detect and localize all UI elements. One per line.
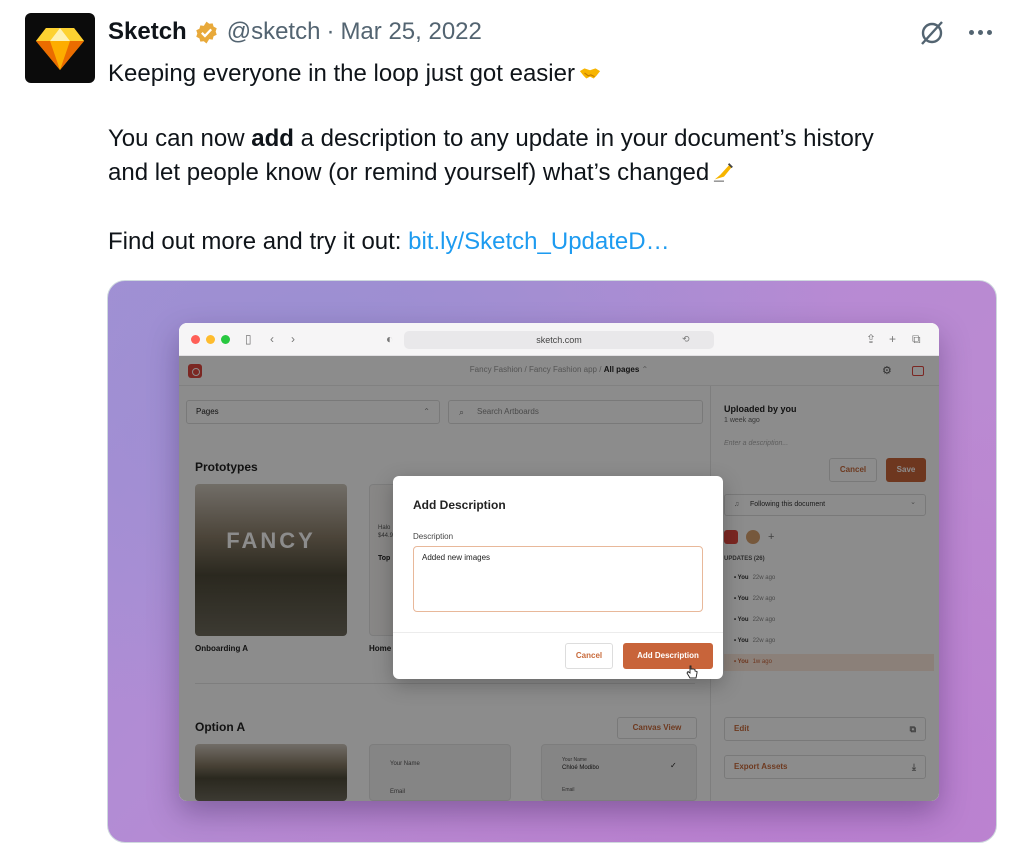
author-avatar[interactable]	[25, 13, 95, 83]
sidebar-toggle-icon[interactable]: ▯	[245, 332, 252, 346]
tweet-line-1: Keeping everyone in the loop just got ea…	[108, 57, 601, 91]
author-handle[interactable]: @sketch	[227, 18, 321, 46]
tweet-text-2c: a description to any update in your docu…	[293, 125, 874, 152]
minimize-dot-icon[interactable]	[206, 335, 215, 344]
tweet-link[interactable]: bit.ly/Sketch_UpdateD…	[408, 228, 669, 255]
pointer-hand-icon	[686, 665, 698, 679]
share-icon[interactable]: ⇪	[866, 332, 876, 346]
tweet-date[interactable]: Mar 25, 2022	[340, 18, 481, 46]
tweet-line-4: Find out more and try it out: bit.ly/Ske…	[108, 225, 670, 259]
back-icon[interactable]: ‹	[270, 332, 274, 346]
description-label: Description	[413, 532, 454, 541]
maximize-dot-icon[interactable]	[221, 335, 230, 344]
tweet-line-2: You can now add a description to any upd…	[108, 122, 874, 156]
sketch-logo-icon	[36, 28, 84, 70]
separator-dot: ·	[326, 18, 335, 45]
close-dot-icon[interactable]	[191, 335, 200, 344]
browser-window: ▯ ‹ › ◐ sketch.com ⟲ ⇪ + ⧉ Fancy Fashion…	[179, 323, 939, 801]
tweet-text-4: Find out more and try it out:	[108, 228, 409, 255]
description-value: Added new images	[422, 553, 491, 562]
tweet-text-2a: You can now	[108, 125, 252, 152]
privacy-shield-icon[interactable]: ◐	[386, 332, 393, 346]
author-name[interactable]: Sketch	[108, 18, 187, 46]
verified-badge-icon	[195, 21, 217, 43]
translate-icon[interactable]: ⟲	[682, 332, 690, 346]
tweet-media[interactable]: ▯ ‹ › ◐ sketch.com ⟲ ⇪ + ⧉ Fancy Fashion…	[107, 280, 997, 843]
grok-icon[interactable]	[917, 18, 947, 48]
tweet-header: Sketch @sketch · Mar 25, 2022	[108, 16, 482, 48]
add-description-dialog: Add Description Description Added new im…	[393, 476, 723, 679]
add-description-button[interactable]: Add Description	[623, 643, 713, 669]
writing-hand-emoji-icon	[714, 163, 734, 182]
handshake-emoji-icon	[579, 68, 601, 79]
forward-icon[interactable]: ›	[291, 332, 295, 346]
tweet-text-3: and let people know (or remind yourself)…	[108, 159, 710, 186]
new-tab-icon[interactable]: +	[889, 332, 896, 346]
address-bar[interactable]: sketch.com	[404, 331, 714, 349]
dialog-title: Add Description	[413, 498, 506, 512]
tweet-text-2b: add	[251, 125, 294, 152]
tweet-line-3: and let people know (or remind yourself)…	[108, 156, 735, 190]
more-options-icon[interactable]	[969, 30, 992, 35]
browser-toolbar: ▯ ‹ › ◐ sketch.com ⟲ ⇪ + ⧉	[179, 323, 939, 356]
url-text: sketch.com	[536, 335, 582, 345]
dialog-cancel-button[interactable]: Cancel	[565, 643, 613, 669]
window-controls[interactable]	[191, 335, 230, 344]
dialog-divider	[393, 632, 723, 633]
tweet-text-1: Keeping everyone in the loop just got ea…	[108, 60, 575, 87]
description-textarea[interactable]: Added new images	[413, 546, 703, 612]
tabs-overview-icon[interactable]: ⧉	[912, 332, 921, 346]
